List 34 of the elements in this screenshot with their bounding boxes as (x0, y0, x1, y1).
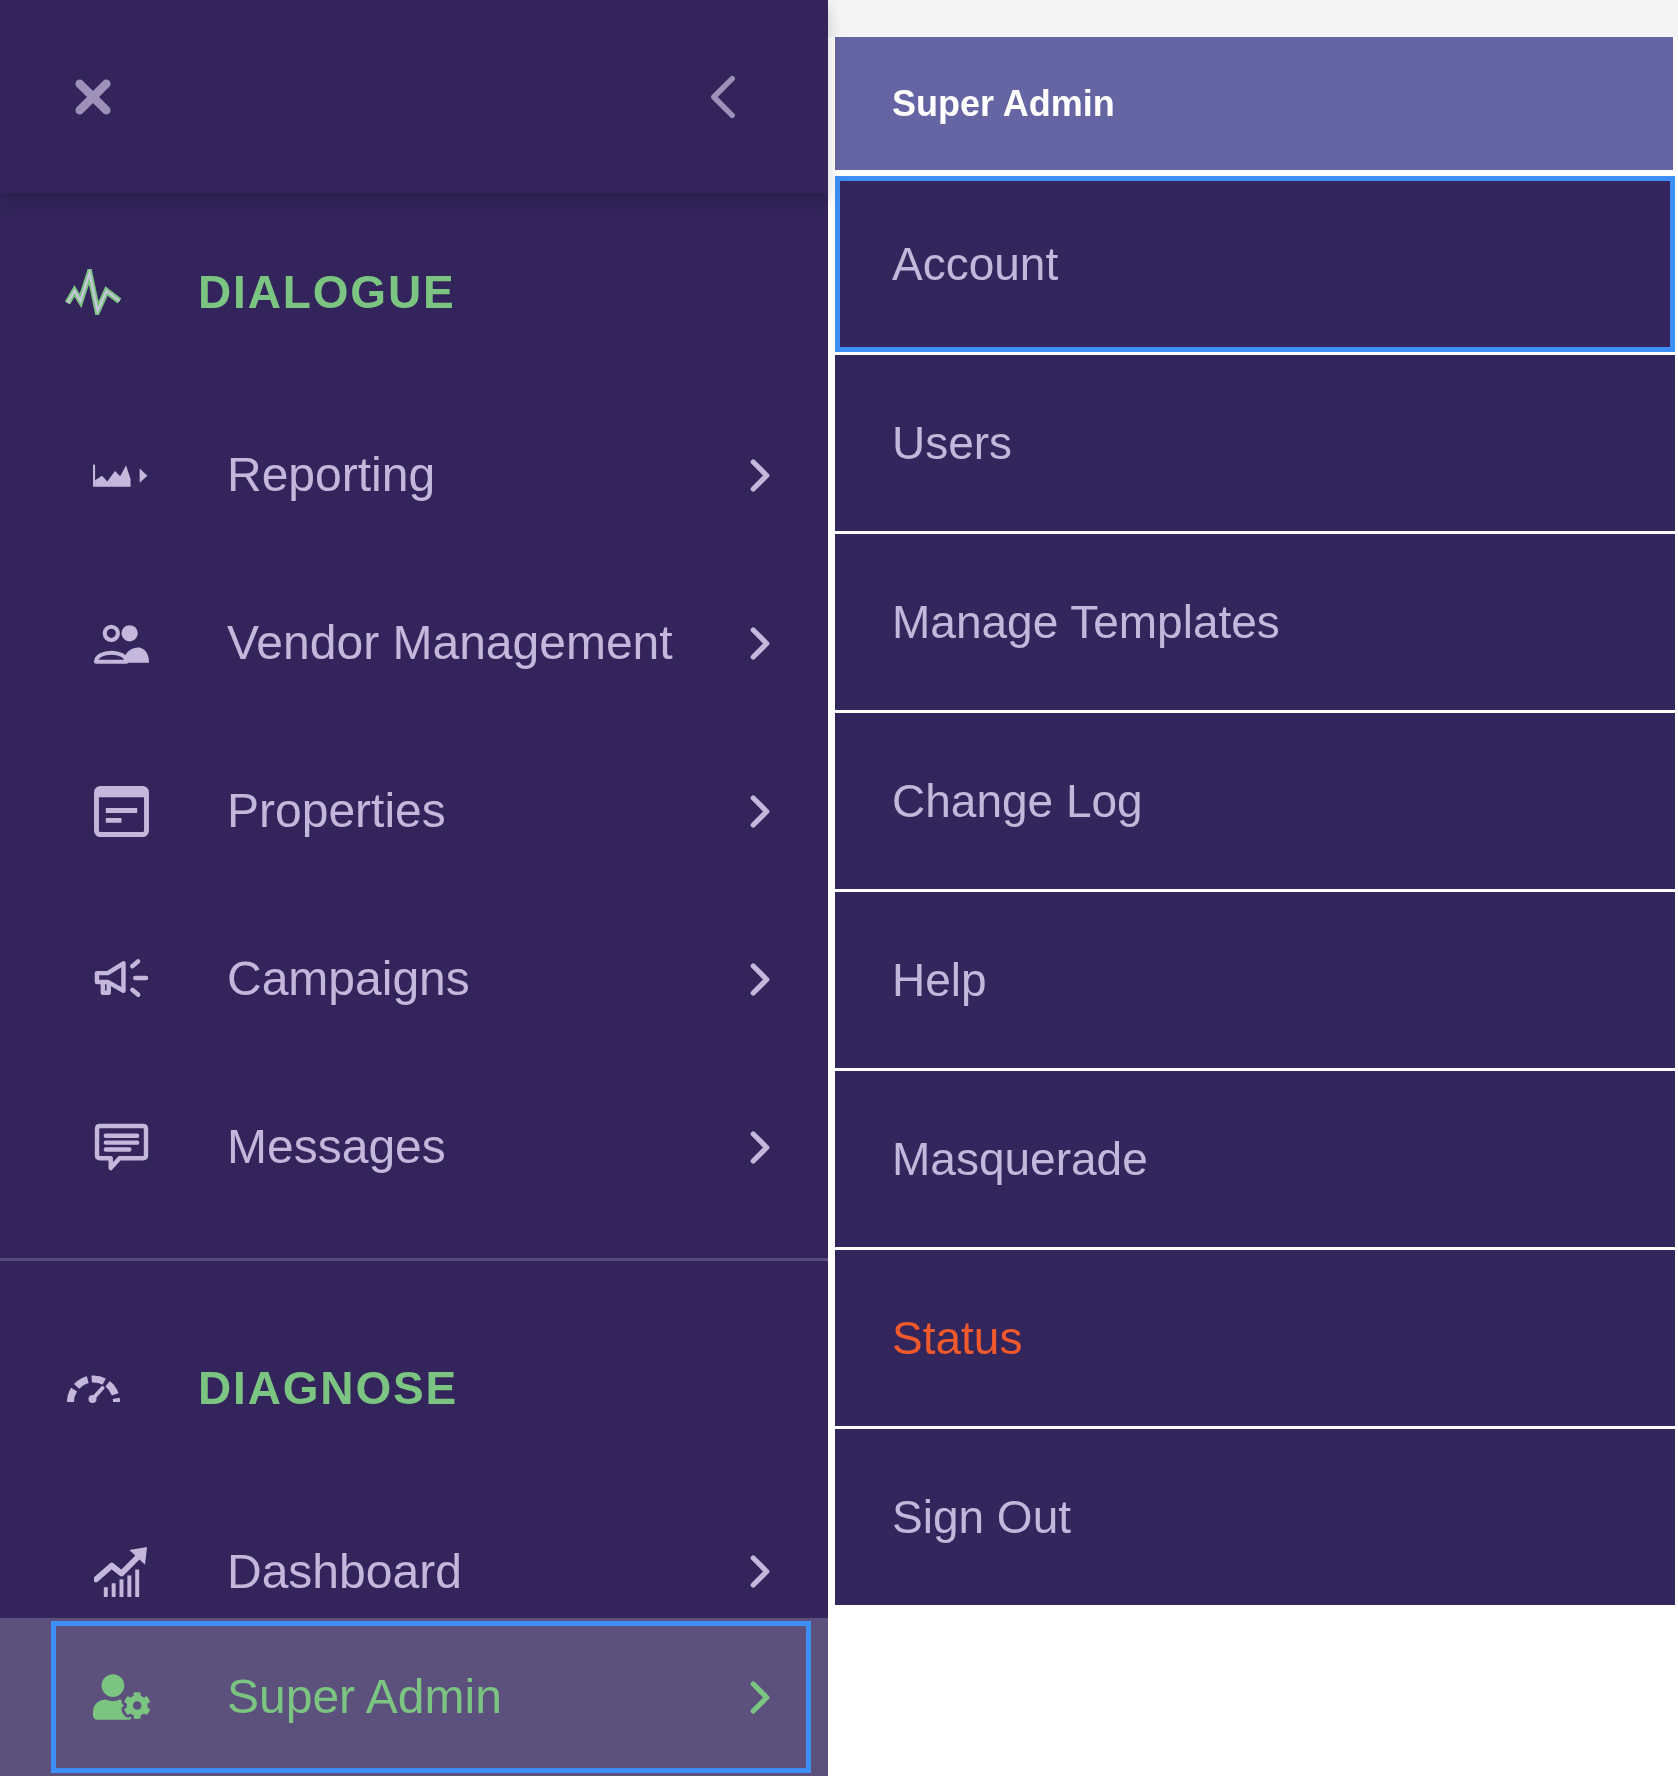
chevron-right-icon (750, 1130, 770, 1164)
sidebar-item[interactable]: Messages (0, 1063, 828, 1231)
sidebar-item[interactable]: Campaigns (0, 895, 828, 1063)
sidebar-item[interactable]: Reporting (0, 391, 828, 559)
pulse-icon (65, 269, 122, 315)
sidebar-item[interactable]: Properties (0, 727, 828, 895)
close-icon (74, 77, 112, 116)
menu-item[interactable]: Help (835, 892, 1675, 1068)
chat-icon (94, 1122, 149, 1172)
section-heading: DIALOGUE (198, 269, 456, 315)
menu-item[interactable]: Status (835, 1250, 1675, 1426)
card-icon (94, 785, 149, 837)
chevron-right-icon (750, 962, 770, 996)
sidebar-item[interactable]: Dashboard (0, 1487, 828, 1618)
menu-item[interactable]: Change Log (835, 713, 1675, 889)
menu-item[interactable]: Sign Out (835, 1429, 1675, 1605)
section-heading: DIAGNOSE (198, 1365, 459, 1411)
collapse-button[interactable] (710, 74, 736, 119)
area-chart-icon (93, 463, 150, 487)
menu-item[interactable]: Manage Templates (835, 534, 1675, 710)
menu-item[interactable]: Users (835, 355, 1675, 531)
chevron-right-icon (750, 1680, 770, 1714)
sidebar-item[interactable]: Vendor Management (0, 559, 828, 727)
chevron-left-icon (710, 74, 736, 119)
trend-chart-icon (94, 1546, 149, 1597)
chevron-right-icon (750, 626, 770, 660)
menu-item[interactable]: Account (835, 176, 1675, 352)
chevron-right-icon (750, 794, 770, 828)
menu-item[interactable]: Masquerade (835, 1071, 1675, 1247)
user-gear-icon (93, 1674, 150, 1720)
close-button[interactable] (74, 77, 112, 116)
chevron-right-icon (750, 458, 770, 492)
chevron-right-icon (750, 1555, 770, 1588)
menu-title: Super Admin (835, 37, 1673, 170)
